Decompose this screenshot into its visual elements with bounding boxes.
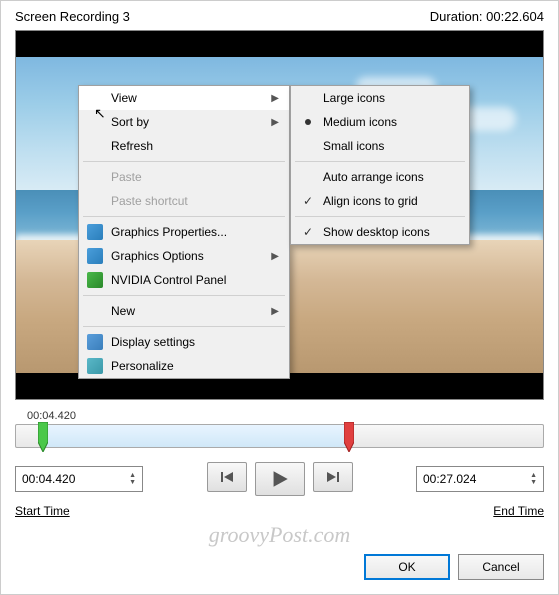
end-time-input[interactable]: 00:27.024 ▲▼ — [416, 466, 544, 492]
recording-trim-dialog: Screen Recording 3 Duration: 00:22.604 V… — [0, 0, 559, 595]
timeline: 00:04.420 — [1, 400, 558, 454]
submenu-align-grid[interactable]: ✓ Align icons to grid — [291, 189, 469, 213]
spinner-icon[interactable]: ▲▼ — [129, 472, 136, 486]
step-forward-button[interactable] — [313, 462, 353, 492]
desktop-context-menu: View ▶ Sort by ▶ Refresh Paste Paste sho… — [78, 85, 290, 379]
submenu-small-icons[interactable]: Small icons — [291, 134, 469, 158]
menu-item-new[interactable]: New ▶ — [79, 299, 289, 323]
video-preview: View ▶ Sort by ▶ Refresh Paste Paste sho… — [15, 30, 544, 400]
menu-item-graphics-properties[interactable]: Graphics Properties... — [79, 220, 289, 244]
intel-graphics-icon — [87, 248, 103, 264]
menu-item-sort-by[interactable]: Sort by ▶ — [79, 110, 289, 134]
end-time-caption: End Time — [493, 504, 544, 518]
watermark: groovyPost.com — [1, 522, 558, 548]
submenu-auto-arrange[interactable]: Auto arrange icons — [291, 165, 469, 189]
menu-item-nvidia[interactable]: NVIDIA Control Panel — [79, 268, 289, 292]
ok-button[interactable]: OK — [364, 554, 450, 580]
submenu-show-desktop-icons[interactable]: ✓ Show desktop icons — [291, 220, 469, 244]
start-marker[interactable] — [38, 422, 48, 452]
view-submenu: Large icons Medium icons Small icons Aut… — [290, 85, 470, 245]
menu-item-paste: Paste — [79, 165, 289, 189]
menu-item-paste-shortcut: Paste shortcut — [79, 189, 289, 213]
current-time-label: 00:04.420 — [27, 410, 544, 422]
start-time-input[interactable]: 00:04.420 ▲▼ — [15, 466, 143, 492]
start-time-caption: Start Time — [15, 504, 70, 518]
clip-title: Screen Recording 3 — [15, 9, 130, 24]
playback-controls: 00:04.420 ▲▼ 00:27.024 ▲▼ — [1, 454, 558, 504]
chevron-right-icon: ▶ — [271, 251, 279, 262]
check-icon: ✓ — [303, 225, 313, 239]
check-icon: ✓ — [303, 194, 313, 208]
timeline-track[interactable] — [15, 424, 544, 448]
chevron-right-icon: ▶ — [271, 306, 279, 317]
cancel-button[interactable]: Cancel — [458, 554, 544, 580]
menu-item-graphics-options[interactable]: Graphics Options ▶ — [79, 244, 289, 268]
dialog-header: Screen Recording 3 Duration: 00:22.604 — [1, 1, 558, 30]
menu-item-display-settings[interactable]: Display settings — [79, 330, 289, 354]
submenu-large-icons[interactable]: Large icons — [291, 86, 469, 110]
selection-range — [42, 425, 350, 447]
step-back-button[interactable] — [207, 462, 247, 492]
intel-graphics-icon — [87, 224, 103, 240]
monitor-icon — [87, 334, 103, 350]
chevron-right-icon: ▶ — [271, 117, 279, 128]
chevron-right-icon: ▶ — [271, 93, 279, 104]
dialog-footer: OK Cancel — [1, 548, 558, 590]
bullet-icon — [305, 119, 311, 125]
menu-item-personalize[interactable]: Personalize — [79, 354, 289, 378]
submenu-medium-icons[interactable]: Medium icons — [291, 110, 469, 134]
menu-item-view[interactable]: View ▶ — [79, 86, 289, 110]
end-marker[interactable] — [344, 422, 354, 452]
play-button[interactable] — [255, 462, 305, 496]
menu-item-refresh[interactable]: Refresh — [79, 134, 289, 158]
personalize-icon — [87, 358, 103, 374]
nvidia-icon — [87, 272, 103, 288]
spinner-icon[interactable]: ▲▼ — [530, 472, 537, 486]
duration: Duration: 00:22.604 — [430, 9, 544, 24]
